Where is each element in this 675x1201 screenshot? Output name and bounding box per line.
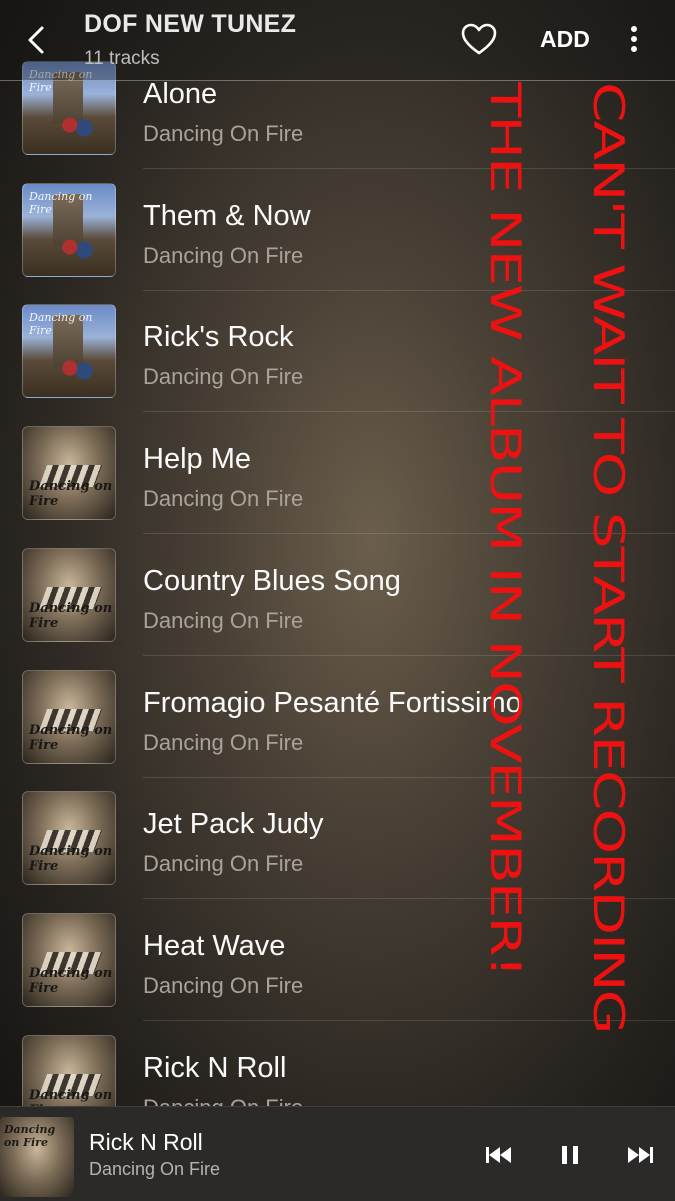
album-art-caption: Dancing on Fire xyxy=(29,1088,113,1106)
track-title: Fromagio Pesanté Fortissimo xyxy=(143,687,522,719)
track-artist: Dancing On Fire xyxy=(143,364,304,389)
app-bar: DOF NEW TUNEZ 11 tracks ADD xyxy=(0,0,675,81)
pause-icon[interactable] xyxy=(552,1137,588,1173)
track-row[interactable]: Dancing on Fire Fromagio Pesanté Fortissi… xyxy=(0,657,675,778)
album-art-thumbnail: Dancing on Fire xyxy=(22,791,116,885)
now-playing-album-art: Dancing on Fire xyxy=(0,1117,74,1197)
album-art-thumbnail: Dancing on Fire xyxy=(22,913,116,1007)
track-list: Dancing on Fire Alone Dancing On Fire Danci… xyxy=(0,0,675,1106)
album-art-thumbnail: Dancing on Fire xyxy=(22,1035,116,1106)
album-art-caption: Dancing on Fire xyxy=(29,479,113,509)
track-artist: Dancing On Fire xyxy=(143,486,304,511)
track-artist: Dancing On Fire xyxy=(143,243,304,268)
now-playing-title: Rick N Roll xyxy=(89,1129,203,1155)
track-artist: Dancing On Fire xyxy=(143,121,304,146)
track-row[interactable]: Dancing on Fire Heat Wave Dancing On Fire xyxy=(0,900,675,1021)
track-artist: Dancing On Fire xyxy=(143,730,304,755)
album-art-caption: Dancing on Fire xyxy=(29,190,93,216)
track-row[interactable]: Dancing on Fire Help Me Dancing On Fire xyxy=(0,413,675,534)
album-art-thumbnail: Dancing on Fire xyxy=(22,304,116,398)
album-art-caption: Dancing on Fire xyxy=(29,844,113,874)
album-art-caption: Dancing on Fire xyxy=(29,601,113,631)
track-title: Rick N Roll xyxy=(143,1052,287,1084)
album-art-caption: Dancing on Fire xyxy=(29,311,93,337)
track-title: Rick's Rock xyxy=(143,321,294,353)
track-row[interactable]: Dancing on Fire Rick's Rock Dancing On Fir… xyxy=(0,291,675,412)
skip-previous-icon[interactable] xyxy=(480,1137,516,1173)
back-arrow-icon[interactable] xyxy=(20,22,52,58)
track-title: Alone xyxy=(143,78,218,110)
track-artist: Dancing On Fire xyxy=(143,1095,303,1106)
playlist-title: DOF NEW TUNEZ xyxy=(84,10,297,38)
track-row[interactable]: Dancing on Fire Rick N Roll Dancing On Fir… xyxy=(0,1022,675,1106)
album-art-thumbnail: Dancing on Fire xyxy=(22,183,116,277)
track-title: Jet Pack Judy xyxy=(143,808,324,840)
album-art-caption: Dancing on Fire xyxy=(4,1123,56,1149)
album-art-caption: Dancing on Fire xyxy=(29,966,113,996)
album-art-thumbnail: Dancing on Fire xyxy=(22,548,116,642)
album-art-thumbnail: Dancing on Fire xyxy=(22,670,116,764)
track-row[interactable]: Dancing on Fire Country Blues Song Dancing… xyxy=(0,535,675,656)
track-title: Heat Wave xyxy=(143,930,286,962)
track-row[interactable]: Dancing on Fire Jet Pack Judy Dancing On F… xyxy=(0,778,675,899)
track-count: 11 tracks xyxy=(84,48,160,69)
add-button[interactable]: ADD xyxy=(540,26,590,53)
album-art-thumbnail: Dancing on Fire xyxy=(22,426,116,520)
track-artist: Dancing On Fire xyxy=(143,973,304,998)
mini-player[interactable]: Dancing on Fire Rick N Roll Dancing On F… xyxy=(0,1106,675,1201)
heart-icon[interactable] xyxy=(460,22,498,58)
overlay-text-line-1: CAN'T WAIT TO START RECORDING xyxy=(583,82,633,1033)
skip-next-icon[interactable] xyxy=(623,1137,659,1173)
now-playing-artist: Dancing On Fire xyxy=(89,1159,221,1179)
more-vertical-icon[interactable] xyxy=(620,22,648,58)
album-art-caption: Dancing on Fire xyxy=(29,723,113,753)
track-title: Them & Now xyxy=(143,200,311,232)
track-row[interactable]: Dancing on Fire Them & Now Dancing On Fire xyxy=(0,170,675,291)
track-artist: Dancing On Fire xyxy=(143,851,304,876)
track-title: Country Blues Song xyxy=(143,565,401,597)
track-title: Help Me xyxy=(143,443,251,475)
overlay-text-line-2: THE NEW ALBUM IN NOVEMBER! xyxy=(480,82,530,976)
track-artist: Dancing On Fire xyxy=(143,608,304,633)
